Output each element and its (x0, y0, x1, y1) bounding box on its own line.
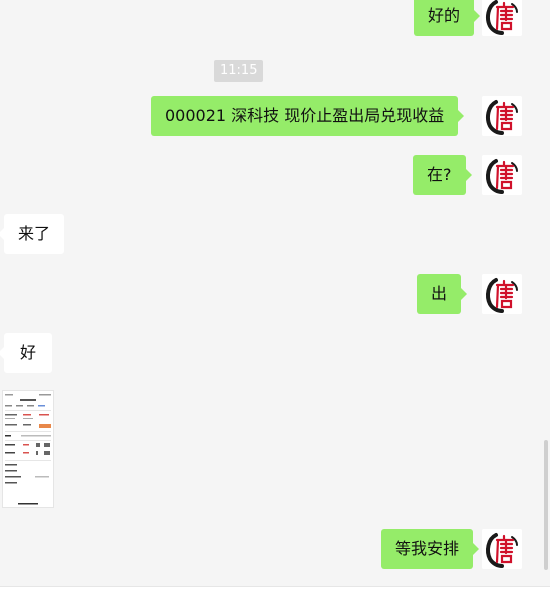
message-bubble-outgoing[interactable]: 000021 深科技 现价止盈出局兑现收益 (151, 96, 465, 136)
message-bubble-outgoing[interactable]: 在? (413, 155, 471, 195)
tang-seal-avatar-icon (482, 155, 522, 195)
user-avatar[interactable] (482, 155, 522, 195)
user-avatar[interactable] (482, 529, 522, 569)
message-timestamp: 11:15 (214, 60, 264, 82)
message-bubble-outgoing[interactable]: 等我安排 (381, 529, 480, 569)
chat-scrollbar[interactable] (544, 440, 548, 570)
user-avatar[interactable] (482, 96, 522, 136)
message-bubble-outgoing[interactable]: 出 (417, 274, 468, 314)
input-area-edge (0, 586, 550, 599)
tang-seal-avatar-icon (482, 0, 522, 36)
image-message-thumbnail[interactable] (2, 390, 54, 508)
message-bubble-incoming[interactable]: 好 (0, 333, 53, 373)
tang-seal-avatar-icon (482, 529, 522, 569)
message-bubble-incoming[interactable]: 来了 (0, 214, 65, 254)
user-avatar[interactable] (482, 0, 522, 36)
chat-message-area: 好的 11:15 000021 深科技 现价止盈出局兑现收益 在? 来了 出 好… (0, 0, 550, 586)
tang-seal-avatar-icon (482, 274, 522, 314)
tang-seal-avatar-icon (482, 96, 522, 136)
message-bubble-outgoing[interactable]: 好的 (414, 0, 481, 36)
screenshot-preview-image (3, 391, 53, 507)
user-avatar[interactable] (482, 274, 522, 314)
